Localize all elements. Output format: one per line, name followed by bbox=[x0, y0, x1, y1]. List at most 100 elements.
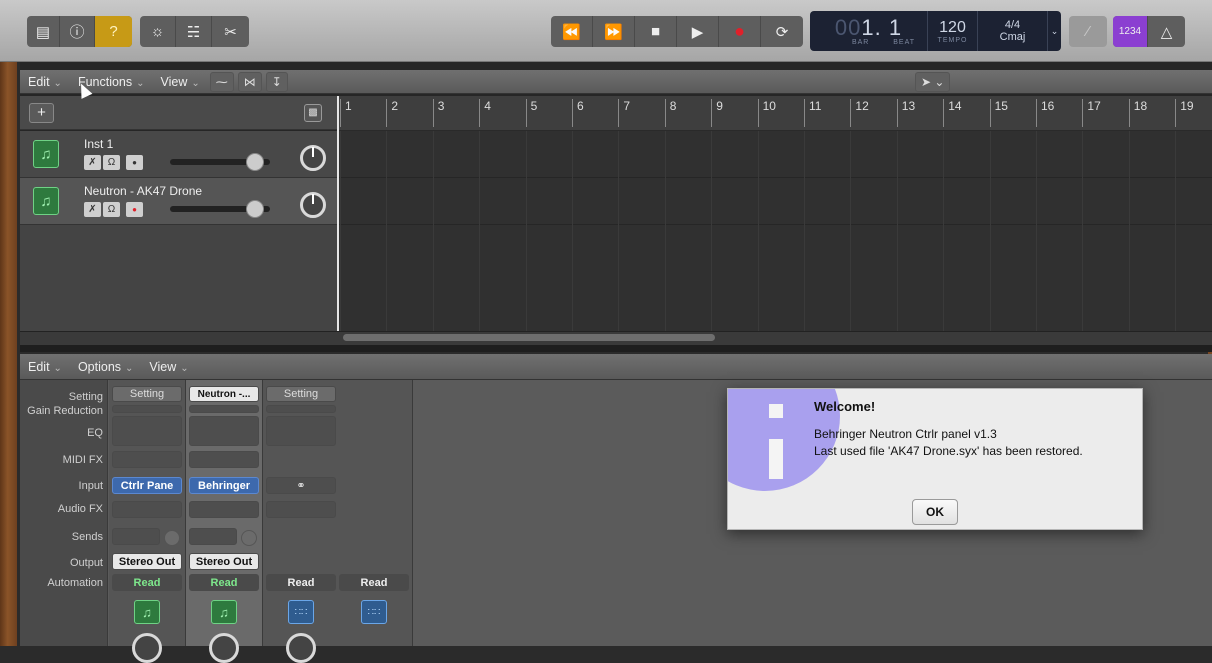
eq-thumbnail[interactable] bbox=[112, 416, 182, 446]
bar-gridline bbox=[1175, 131, 1177, 331]
metronome-icon[interactable]: △ bbox=[1148, 16, 1185, 47]
pan-knob[interactable] bbox=[286, 633, 316, 663]
track-name[interactable]: Neutron - AK47 Drone bbox=[84, 184, 202, 198]
eq-thumbnail[interactable] bbox=[189, 416, 259, 446]
eq-thumbnail[interactable] bbox=[266, 416, 336, 446]
setting-button[interactable]: Neutron -... bbox=[189, 386, 259, 402]
stop-icon[interactable]: ■ bbox=[635, 16, 677, 47]
record-icon[interactable]: ● bbox=[719, 16, 761, 47]
smart-controls-icon[interactable]: ☼ bbox=[140, 16, 176, 47]
track-name[interactable]: Inst 1 bbox=[84, 137, 113, 151]
mixer-options-menu[interactable]: Options ⌄ bbox=[70, 360, 141, 374]
catch-playhead-icon[interactable]: ↧ bbox=[265, 71, 288, 92]
output-slot[interactable]: Stereo Out bbox=[189, 553, 259, 570]
help-icon[interactable]: ? bbox=[95, 16, 132, 47]
send-knob[interactable] bbox=[164, 530, 180, 546]
mixer-edit-menu[interactable]: Edit ⌄ bbox=[20, 360, 70, 374]
pan-knob[interactable] bbox=[300, 145, 326, 171]
automation-mode[interactable]: Read bbox=[339, 574, 409, 591]
chevron-down-icon: ⌄ bbox=[53, 77, 62, 89]
automation-icon[interactable]: ⁓ bbox=[209, 71, 234, 92]
mute-icon[interactable]: ✗ bbox=[84, 155, 101, 170]
chevron-down-icon: ⌄ bbox=[180, 362, 189, 374]
bar-number: 12 bbox=[850, 99, 869, 127]
bar-gridline bbox=[896, 131, 898, 331]
instrument-icon[interactable]: ♫ bbox=[211, 600, 237, 624]
automation-mode[interactable]: Read bbox=[189, 574, 259, 591]
editor-buttons-group: ☼ ☵ ✂ bbox=[140, 16, 249, 47]
tracks-view-menu[interactable]: View ⌄ bbox=[153, 75, 208, 89]
setting-button[interactable]: Setting bbox=[266, 386, 336, 402]
automation-mode[interactable]: Read bbox=[112, 574, 182, 591]
pane-divider[interactable] bbox=[20, 345, 1212, 352]
tracks-edit-menu[interactable]: Edit ⌄ bbox=[20, 75, 70, 89]
play-icon[interactable]: ▶ bbox=[677, 16, 719, 47]
pointer-tool-icon[interactable]: ➤ ⌄ bbox=[915, 71, 951, 92]
volume-thumb[interactable] bbox=[246, 153, 264, 171]
count-in-button[interactable]: 1234 bbox=[1113, 16, 1148, 47]
track-lane[interactable] bbox=[337, 178, 1212, 225]
pan-knob[interactable] bbox=[132, 633, 162, 663]
mixer-icon[interactable]: ☵ bbox=[176, 16, 212, 47]
mute-icon[interactable]: ✗ bbox=[84, 202, 101, 217]
ok-button[interactable]: OK bbox=[912, 499, 958, 525]
bar-label: BAR bbox=[851, 38, 870, 46]
input-slot[interactable]: ⚭ bbox=[266, 477, 336, 494]
headphones-icon[interactable]: Ω bbox=[103, 202, 120, 217]
send-slot[interactable] bbox=[112, 528, 160, 545]
instrument-icon[interactable]: ♫ bbox=[134, 600, 160, 624]
instrument-icon[interactable]: ♫ bbox=[33, 140, 59, 168]
rewind-icon[interactable]: ⏪ bbox=[551, 16, 593, 47]
eq-label: EQ bbox=[87, 427, 103, 439]
audio-fx-slot[interactable] bbox=[189, 501, 259, 518]
automation-mode[interactable]: Read bbox=[266, 574, 336, 591]
instrument-icon[interactable]: ♫ bbox=[33, 187, 59, 215]
library-icon[interactable]: ▤ bbox=[27, 16, 60, 47]
global-tracks-icon[interactable]: ▩ bbox=[304, 104, 322, 122]
pan-knob[interactable] bbox=[300, 192, 326, 218]
record-enable-icon[interactable]: ● bbox=[126, 155, 143, 170]
lcd-display[interactable]: 001. 1 BAR BEAT 120 TEMPO 4/4 Cmaj ⌄ bbox=[810, 11, 1061, 51]
output-slot[interactable]: Stereo Out bbox=[112, 553, 182, 570]
add-track-icon[interactable]: + bbox=[29, 103, 54, 123]
record-enable-icon[interactable]: ● bbox=[126, 202, 143, 217]
flex-icon[interactable]: ⋈ bbox=[237, 71, 262, 92]
bar-number: 14 bbox=[943, 99, 962, 127]
bar-ruler[interactable]: 1 2 3 4 5 6 7 8 9 10 11 12 13 14 15 16 17 18 19 bbox=[337, 96, 1212, 131]
track-lane[interactable] bbox=[337, 131, 1212, 178]
beat-label: BEAT bbox=[893, 38, 916, 46]
pan-knob[interactable] bbox=[209, 633, 239, 663]
audio-fx-slot[interactable] bbox=[112, 501, 182, 518]
input-slot[interactable]: Ctrlr Pane bbox=[112, 477, 182, 494]
bar-gridline bbox=[572, 131, 573, 331]
volume-thumb[interactable] bbox=[246, 200, 264, 218]
bar-number: 2 bbox=[386, 99, 398, 127]
tempo-value: 120 bbox=[939, 18, 966, 36]
midi-fx-slot[interactable] bbox=[112, 451, 182, 468]
horizontal-scrollbar-thumb[interactable] bbox=[343, 334, 715, 341]
editors-icon[interactable]: ✂ bbox=[212, 16, 249, 47]
audio-waveform-icon[interactable]: ∷∷ bbox=[288, 600, 314, 624]
tracks-edit-label: Edit bbox=[28, 74, 50, 89]
track-header-row[interactable]: ♫ Inst 1 ✗ Ω ● bbox=[20, 131, 337, 178]
audio-fx-slot[interactable] bbox=[266, 501, 336, 518]
cycle-icon[interactable]: ⟳ bbox=[761, 16, 803, 47]
track-header-row[interactable]: ♫ Neutron - AK47 Drone ✗ Ω ● bbox=[20, 178, 337, 225]
midi-fx-slot[interactable] bbox=[189, 451, 259, 468]
lcd-dropdown-icon[interactable]: ⌄ bbox=[1048, 11, 1061, 51]
playhead[interactable] bbox=[337, 96, 339, 331]
send-slot[interactable] bbox=[189, 528, 237, 545]
bar-gridline bbox=[850, 131, 852, 331]
tuner-icon[interactable]: ⁄ bbox=[1069, 16, 1107, 47]
tracks-grid[interactable] bbox=[337, 131, 1212, 331]
bar-number: 8 bbox=[664, 99, 676, 127]
info-icon[interactable]: ⓘ bbox=[60, 16, 95, 47]
headphones-icon[interactable]: Ω bbox=[103, 155, 120, 170]
mixer-view-menu[interactable]: View ⌄ bbox=[141, 360, 196, 374]
setting-button[interactable]: Setting bbox=[112, 386, 182, 402]
input-slot[interactable]: Behringer bbox=[189, 477, 259, 494]
tuner-button[interactable]: ⁄ bbox=[1069, 16, 1107, 47]
fast-forward-icon[interactable]: ⏩ bbox=[593, 16, 635, 47]
audio-waveform-icon[interactable]: ∷∷ bbox=[361, 600, 387, 624]
send-knob[interactable] bbox=[241, 530, 257, 546]
